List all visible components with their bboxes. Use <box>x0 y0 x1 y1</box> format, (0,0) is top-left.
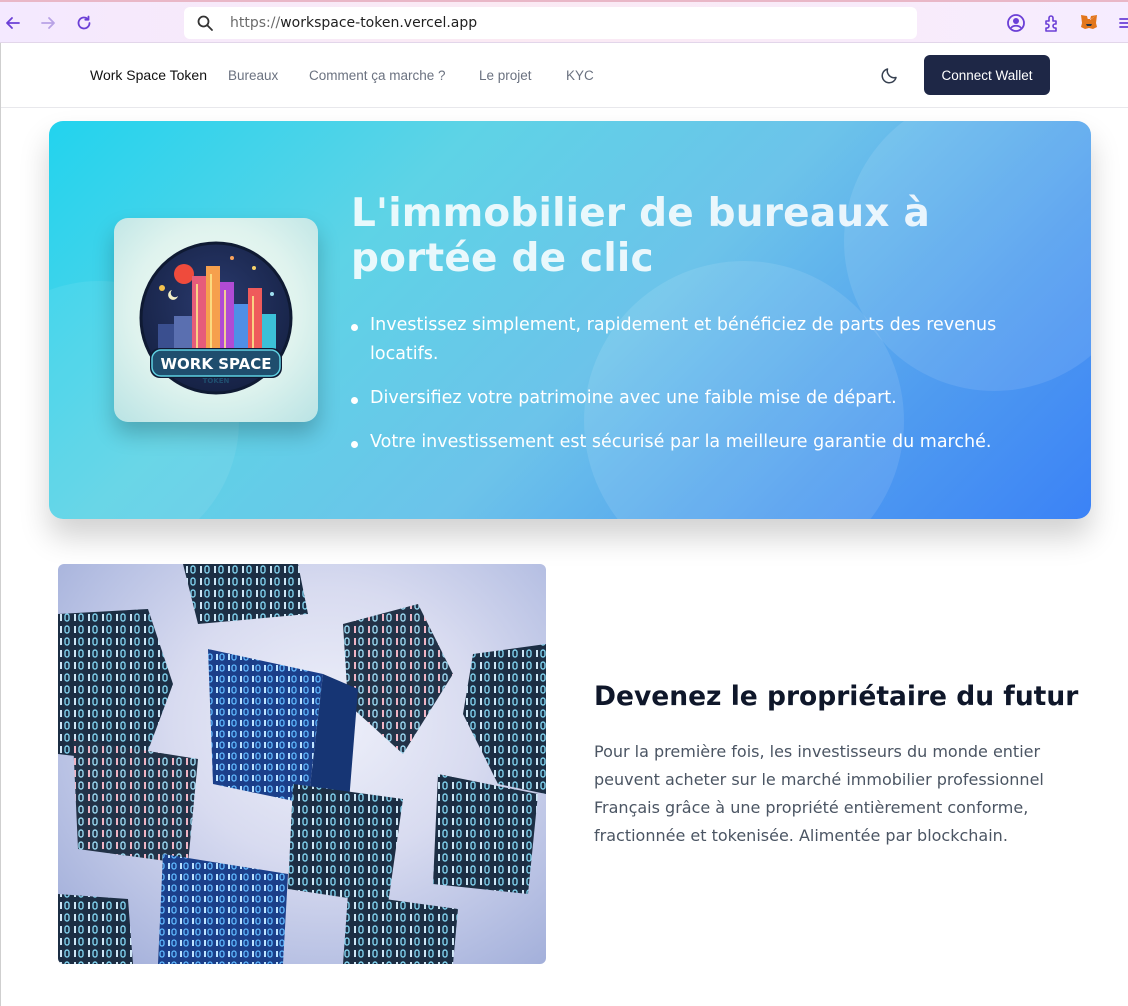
url-text: https://workspace-token.vercel.app <box>230 15 477 31</box>
brand-link[interactable]: Work Space Token <box>90 67 207 83</box>
site-header: Work Space Token Bureaux Comment ça marc… <box>1 43 1128 108</box>
profile-icon[interactable] <box>1005 12 1027 34</box>
nav-link-comment-ca-marche[interactable]: Comment ça marche ? <box>309 68 446 83</box>
blockchain-cubes-image <box>58 564 546 964</box>
menu-icon[interactable] <box>1114 12 1128 34</box>
logo-wordmark: WORK SPACE <box>161 355 272 373</box>
hero-bullet: Diversifiez votre patrimoine avec une fa… <box>351 384 1041 413</box>
extensions-icon[interactable] <box>1041 12 1063 34</box>
feature-title: Devenez le propriétaire du futur <box>594 681 1079 712</box>
logo-subtext: TOKEN <box>203 377 230 385</box>
url-host: workspace-token.vercel.app <box>280 15 478 31</box>
hero-bullet: Investissez simplement, rapidement et bé… <box>351 311 1041 369</box>
search-icon <box>196 14 214 37</box>
hero-banner: WORK SPACE TOKEN L'immobilier de bureaux… <box>49 121 1091 519</box>
nav-link-le-projet[interactable]: Le projet <box>479 68 532 83</box>
metamask-fox-icon[interactable] <box>1078 12 1100 34</box>
address-bar[interactable]: https://workspace-token.vercel.app <box>184 7 917 39</box>
hero-bullet: Votre investissement est sécurisé par la… <box>351 428 1041 457</box>
reload-icon[interactable] <box>71 10 97 36</box>
forward-arrow-icon[interactable] <box>35 10 61 36</box>
nav-link-kyc[interactable]: KYC <box>566 68 594 83</box>
connect-wallet-button[interactable]: Connect Wallet <box>924 55 1050 95</box>
hero-title: L'immobilier de bureaux à portée de clic <box>351 191 930 281</box>
logo-artwork: WORK SPACE TOKEN <box>139 241 293 395</box>
moon-icon[interactable] <box>879 64 901 86</box>
back-arrow-icon[interactable] <box>0 10 26 36</box>
browser-toolbar: https://workspace-token.vercel.app <box>0 0 1128 43</box>
feature-description: Pour la première fois, les investisseurs… <box>594 742 1044 845</box>
cubes-illustration <box>58 564 546 964</box>
nav-link-bureaux[interactable]: Bureaux <box>228 68 278 83</box>
page-content: Work Space Token Bureaux Comment ça marc… <box>0 43 1128 1006</box>
workspace-token-logo: WORK SPACE TOKEN <box>114 218 318 422</box>
url-protocol: https:// <box>230 15 281 31</box>
hero-bullet-list: Investissez simplement, rapidement et bé… <box>351 311 1041 472</box>
